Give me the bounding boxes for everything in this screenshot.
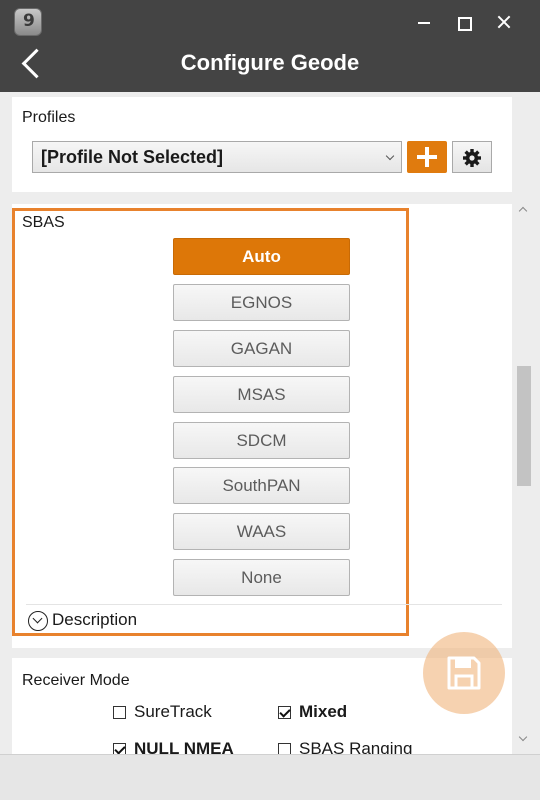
page-title: Configure Geode <box>180 50 360 75</box>
minimize-button[interactable] <box>412 10 436 34</box>
close-button[interactable] <box>492 10 516 34</box>
sbas-option-waas[interactable]: WAAS <box>173 513 350 550</box>
chevron-down-icon <box>385 151 395 161</box>
bottom-bar <box>0 754 540 800</box>
app-icon: 9 <box>14 8 42 36</box>
title-bar: 9 Configure Geode <box>0 0 540 92</box>
profile-settings-button[interactable] <box>452 141 492 173</box>
sbas-option-southpan[interactable]: SouthPAN <box>173 467 350 504</box>
sbas-section: SBAS Auto EGNOS GAGAN MSAS SDCM SouthPAN… <box>12 204 512 648</box>
scroll-up-icon[interactable] <box>518 206 528 216</box>
divider <box>26 604 502 605</box>
scroll-down-icon[interactable] <box>518 732 528 742</box>
checkbox-label: SureTrack <box>134 702 212 721</box>
add-profile-button[interactable] <box>407 141 447 173</box>
profile-select-value: [Profile Not Selected] <box>41 147 224 167</box>
checkbox-box <box>278 706 291 719</box>
sbas-option-gagan[interactable]: GAGAN <box>173 330 350 367</box>
sbas-label: SBAS <box>22 214 65 231</box>
maximize-button[interactable] <box>451 10 475 34</box>
profiles-section: Profiles [Profile Not Selected] <box>12 97 512 192</box>
chevron-circle-down-icon <box>28 611 48 631</box>
sbas-option-sdcm[interactable]: SDCM <box>173 422 350 459</box>
description-label: Description <box>52 610 138 629</box>
profile-select[interactable]: [Profile Not Selected] <box>32 141 402 173</box>
checkbox-box <box>113 706 126 719</box>
sbas-option-msas[interactable]: MSAS <box>173 376 350 413</box>
checkbox-label: Mixed <box>299 702 348 721</box>
gear-icon <box>463 149 481 167</box>
vertical-scrollbar[interactable] <box>516 202 531 752</box>
receiver-mode-label: Receiver Mode <box>22 672 130 689</box>
sbas-option-auto[interactable]: Auto <box>173 238 350 275</box>
profiles-label: Profiles <box>22 109 76 126</box>
sbas-option-none[interactable]: None <box>173 559 350 596</box>
save-icon <box>447 656 481 690</box>
save-button[interactable] <box>423 632 505 714</box>
scroll-thumb[interactable] <box>517 366 531 486</box>
sbas-option-egnos[interactable]: EGNOS <box>173 284 350 321</box>
app-badge: 9 <box>23 11 35 31</box>
